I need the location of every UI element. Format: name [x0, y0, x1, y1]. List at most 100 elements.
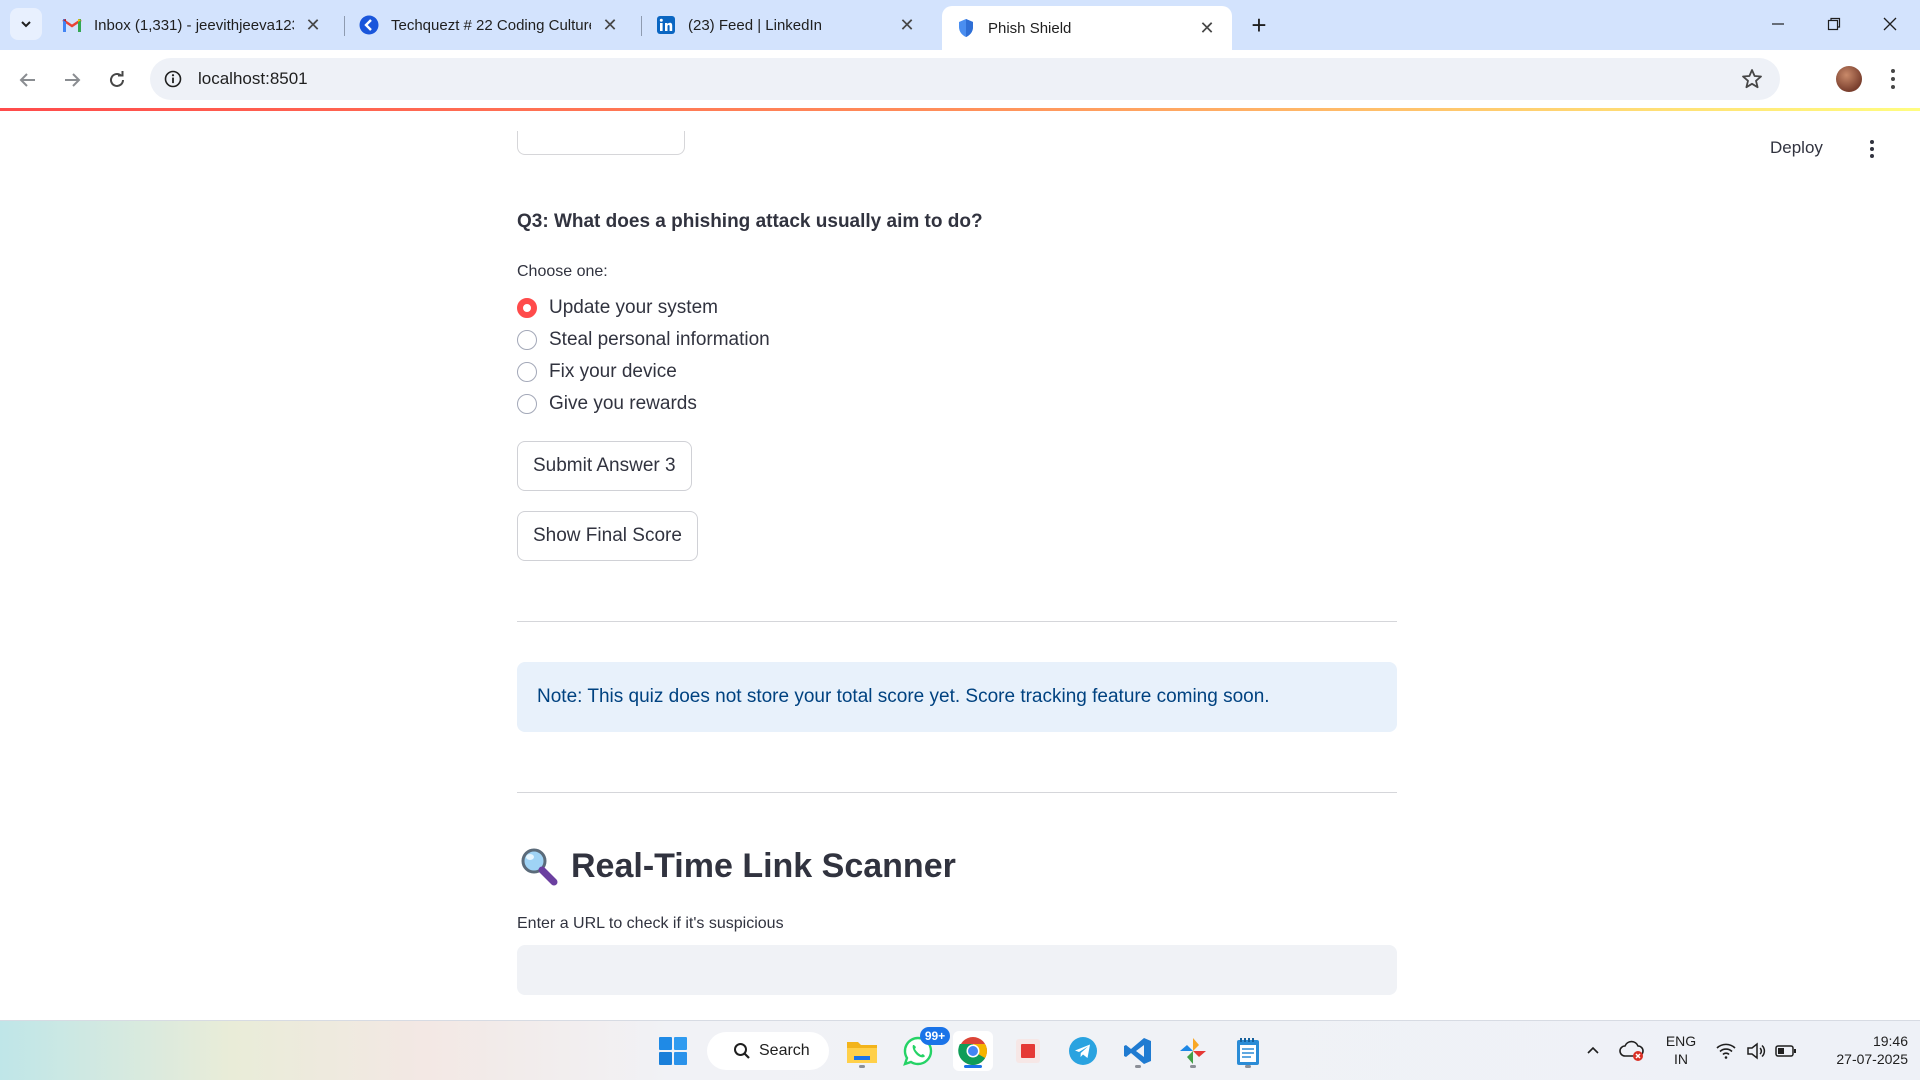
onedrive-status[interactable] [1612, 1031, 1652, 1071]
show-final-score-button[interactable]: Show Final Score [517, 511, 698, 561]
divider [517, 621, 1397, 622]
browser-toolbar: localhost:8501 [0, 50, 1920, 108]
deploy-button[interactable]: Deploy [1770, 138, 1823, 158]
running-indicator [1245, 1065, 1251, 1068]
app-button-red[interactable] [1008, 1031, 1048, 1071]
tab-linkedin[interactable]: (23) Feed | LinkedIn ✕ [642, 6, 932, 44]
radio-unselected-icon[interactable] [517, 394, 537, 414]
restore-icon [1827, 17, 1841, 31]
vscode-icon [1124, 1038, 1151, 1064]
chrome-icon [958, 1037, 987, 1065]
running-indicator [964, 1065, 982, 1068]
chevron-up-icon [1587, 1046, 1599, 1054]
radio-selected-icon[interactable] [517, 298, 537, 318]
notification-badge: 99+ [920, 1027, 950, 1045]
close-icon[interactable]: ✕ [896, 14, 918, 36]
reload-button[interactable] [101, 64, 133, 96]
search-label: Search [759, 1042, 810, 1059]
linkedin-icon [656, 15, 676, 35]
radio-option-fix-device[interactable]: Fix your device [517, 359, 677, 385]
radio-option-rewards[interactable]: Give you rewards [517, 391, 697, 417]
windows-logo-icon [659, 1037, 687, 1065]
battery-icon [1775, 1045, 1796, 1057]
taskbar-search[interactable]: Search [707, 1032, 829, 1070]
forward-button[interactable] [56, 64, 88, 96]
file-explorer-button[interactable] [842, 1031, 882, 1071]
url-input[interactable] [517, 945, 1397, 995]
radio-option-label: Steal personal information [549, 329, 770, 350]
language-indicator[interactable]: ENG IN [1658, 1032, 1704, 1068]
radio-unselected-icon[interactable] [517, 362, 537, 382]
close-icon [1883, 17, 1897, 31]
close-window-button[interactable] [1862, 6, 1918, 42]
minimize-button[interactable] [1750, 6, 1806, 42]
tab-phish-shield[interactable]: Phish Shield ✕ [942, 6, 1232, 50]
url-text: localhost:8501 [198, 69, 308, 88]
running-indicator [859, 1065, 865, 1068]
running-indicator [1190, 1065, 1196, 1068]
arrow-right-icon [65, 73, 81, 87]
whatsapp-button[interactable]: 99+ [898, 1027, 950, 1071]
telegram-icon [1069, 1037, 1097, 1065]
radio-unselected-icon[interactable] [517, 330, 537, 350]
site-info-icon[interactable] [162, 68, 184, 90]
info-note: Note: This quiz does not store your tota… [517, 662, 1397, 732]
techquezt-icon [359, 15, 379, 35]
gmail-icon [62, 15, 82, 35]
show-hidden-icons-button[interactable] [1573, 1031, 1613, 1071]
chrome-button[interactable] [953, 1031, 993, 1071]
new-tab-button[interactable]: + [1244, 10, 1274, 40]
start-button[interactable] [653, 1031, 693, 1071]
vscode-button[interactable] [1118, 1031, 1158, 1071]
question-text: Q3: What does a phishing attack usually … [517, 211, 983, 232]
notepad-icon [1237, 1038, 1259, 1065]
tab-search-button[interactable] [10, 8, 42, 40]
app-menu-icon[interactable] [1862, 137, 1882, 161]
red-app-icon [1016, 1039, 1040, 1063]
browser-menu-icon[interactable] [1880, 64, 1906, 94]
scanner-heading: Real-Time Link Scanner [517, 845, 956, 887]
radio-option-update-system[interactable]: Update your system [517, 295, 718, 321]
close-icon[interactable]: ✕ [599, 14, 621, 36]
shield-icon [956, 18, 976, 38]
clock-time: 19:46 [1872, 1033, 1908, 1049]
tab-techquezt[interactable]: Techquezt # 22 Coding Culture ✕ [345, 6, 635, 44]
tab-title: Inbox (1,331) - jeevithjeeva1234 [94, 16, 294, 34]
windows-taskbar: Search 99+ ENG IN 19:46 27-07-2025 [0, 1020, 1920, 1080]
radio-option-label: Fix your device [549, 361, 677, 382]
language-text: ENG [1665, 1033, 1697, 1049]
scanner-title: Real-Time Link Scanner [571, 846, 956, 885]
pinwheel-app-icon [1180, 1038, 1206, 1064]
search-icon [734, 1043, 750, 1059]
profile-avatar[interactable] [1836, 66, 1862, 92]
browser-tab-bar: Inbox (1,331) - jeevithjeeva1234 ✕ Techq… [0, 0, 1920, 50]
radio-option-steal-info[interactable]: Steal personal information [517, 327, 770, 353]
plus-icon: + [1251, 9, 1267, 40]
notepad-button[interactable] [1228, 1031, 1268, 1071]
divider [517, 792, 1397, 793]
radio-option-label: Give you rewards [549, 393, 697, 414]
reload-icon [110, 71, 124, 87]
tab-title: Phish Shield [988, 19, 1072, 37]
app-button-pinwheel[interactable] [1173, 1031, 1213, 1071]
folder-icon [847, 1042, 877, 1063]
battery-status[interactable] [1766, 1031, 1806, 1071]
back-button[interactable] [12, 64, 44, 96]
close-icon[interactable]: ✕ [1196, 17, 1218, 39]
clock[interactable]: 19:46 27-07-2025 [1812, 1032, 1908, 1068]
submit-answer-button[interactable]: Submit Answer 3 [517, 441, 692, 491]
speaker-icon [1747, 1042, 1766, 1060]
close-icon[interactable]: ✕ [302, 14, 324, 36]
running-indicator [1135, 1065, 1141, 1068]
app-page: Deploy Q3: What does a phishing attack u… [0, 111, 1920, 1020]
arrow-left-icon [19, 73, 35, 87]
address-bar[interactable]: localhost:8501 [150, 58, 1780, 100]
previous-button-partial[interactable] [517, 131, 685, 155]
cloud-error-icon [1619, 1040, 1644, 1061]
region-text: IN [1674, 1051, 1688, 1067]
telegram-button[interactable] [1063, 1031, 1103, 1071]
minimize-icon [1772, 23, 1784, 25]
tab-gmail[interactable]: Inbox (1,331) - jeevithjeeva1234 ✕ [48, 6, 338, 44]
restore-button[interactable] [1806, 6, 1862, 42]
bookmark-star-icon[interactable] [1740, 67, 1764, 91]
